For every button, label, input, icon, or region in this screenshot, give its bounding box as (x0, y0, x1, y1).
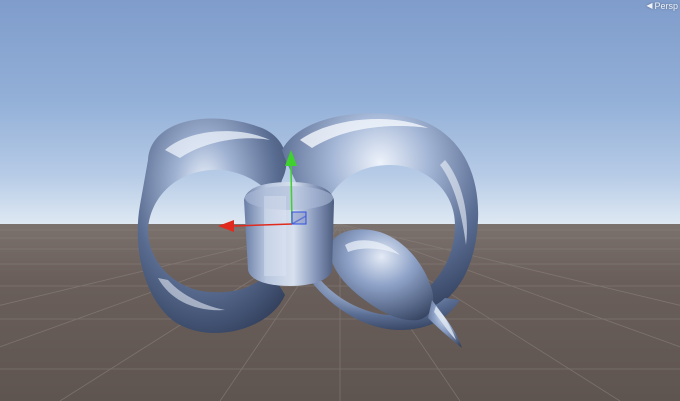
projection-label: Persp (654, 1, 678, 11)
projection-toggle[interactable]: ◀ Persp (642, 0, 680, 12)
chevron-left-icon: ◀ (646, 1, 653, 10)
gizmo-x-arrow-icon[interactable] (218, 220, 234, 232)
scene-viewport[interactable]: ◀ Persp (0, 0, 680, 401)
gizmo-plane-handle[interactable] (291, 211, 307, 225)
scene-objects (137, 113, 479, 348)
center-cylinder-mesh[interactable] (244, 182, 334, 286)
